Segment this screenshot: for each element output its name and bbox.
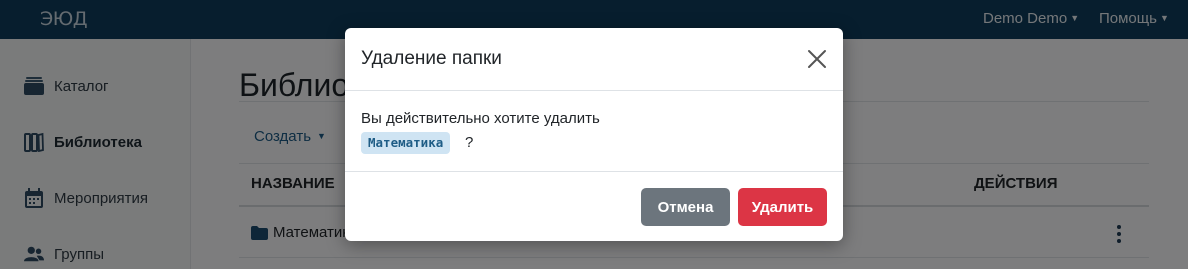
delete-folder-dialog: Удаление папки Вы действительно хотите у…	[345, 28, 843, 241]
dialog-question-mark: ?	[465, 134, 474, 151]
divider	[345, 90, 843, 91]
folder-name-badge: Математика	[361, 132, 451, 154]
close-icon[interactable]	[806, 48, 828, 70]
dialog-title: Удаление папки	[361, 48, 502, 69]
delete-button[interactable]: Удалить	[738, 188, 827, 226]
divider	[345, 171, 843, 172]
cancel-button[interactable]: Отмена	[641, 188, 730, 226]
dialog-message: Вы действительно хотите удалить	[361, 110, 600, 127]
